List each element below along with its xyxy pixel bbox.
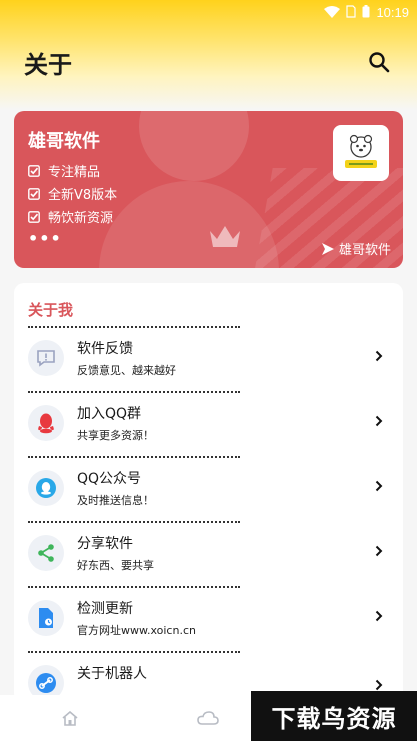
- wifi-icon: [324, 3, 341, 22]
- banner-brand: 雄哥软件: [321, 239, 391, 258]
- list-item-label: 检测更新: [77, 601, 133, 617]
- app-header: 关于: [0, 40, 417, 84]
- qq-official-icon: [28, 470, 64, 506]
- list-item-qq-group[interactable]: 加入QQ群 共享更多资源！: [14, 391, 403, 455]
- cloud-icon: [197, 711, 219, 725]
- crown-icon: [210, 226, 240, 247]
- update-icon: [28, 600, 64, 636]
- play-icon: [321, 242, 334, 255]
- banner-feature-label: 专注精品: [48, 165, 101, 180]
- list-item-label: 软件反馈: [77, 341, 133, 357]
- banner-decoration: [139, 111, 249, 181]
- chevron-right-icon: [373, 348, 385, 364]
- sim-icon: [346, 3, 357, 22]
- list-item-sub: 好东西、要共享: [77, 559, 154, 572]
- battery-icon: [362, 3, 370, 22]
- chevron-right-icon: [373, 543, 385, 559]
- feedback-icon: [28, 340, 64, 376]
- list-item-label: 关于机器人: [77, 666, 147, 682]
- chevron-right-icon: [373, 413, 385, 429]
- search-icon: [369, 52, 390, 73]
- banner-feature: 畅饮新资源: [28, 207, 113, 226]
- nav-home-button[interactable]: [58, 707, 82, 729]
- list-item-sub: 共享更多资源！: [77, 429, 154, 442]
- chevron-right-icon: [373, 608, 385, 624]
- section-title: 关于我: [28, 301, 74, 319]
- chevron-right-icon: [373, 478, 385, 494]
- banner-feature-label: 畅饮新资源: [48, 211, 114, 226]
- list-item-qq-official[interactable]: QQ公众号 及时推送信息！: [14, 456, 403, 520]
- list-item-label: QQ公众号: [77, 471, 142, 487]
- more-dots[interactable]: •••: [28, 229, 62, 248]
- banner-title: 雄哥软件: [28, 131, 100, 152]
- qq-icon: [28, 405, 64, 441]
- about-card: 关于我 软件反馈 反馈意见、越来越好 加入QQ群 共享更多资源！ QQ公众号 及…: [14, 283, 403, 703]
- share-icon: [28, 535, 64, 571]
- promo-banner[interactable]: 雄哥软件 专注精品 全新V8版本 畅饮新资源 ••• 雄哥软件: [14, 111, 403, 268]
- banner-feature: 全新V8版本: [28, 184, 117, 203]
- status-bar: 10:19: [0, 0, 417, 24]
- status-time: 10:19: [376, 4, 409, 20]
- list-item-update[interactable]: 检测更新 官方网址www.xoicn.cn: [14, 586, 403, 650]
- watermark-logo: 下载鸟资源: [251, 691, 417, 741]
- list-item-sub: 及时推送信息！: [77, 494, 154, 507]
- checkbox-icon: [28, 187, 40, 200]
- search-button[interactable]: [365, 48, 393, 76]
- list-item-sub: 官方网址www.xoicn.cn: [77, 624, 196, 637]
- brand-label: 雄哥软件: [338, 243, 391, 258]
- list-item-feedback[interactable]: 软件反馈 反馈意见、越来越好: [14, 326, 403, 390]
- app-logo: [333, 125, 389, 181]
- list-item-share[interactable]: 分享软件 好东西、要共享: [14, 521, 403, 585]
- banner-feature: 专注精品: [28, 161, 100, 180]
- checkbox-icon: [28, 164, 40, 177]
- page-title: 关于: [24, 50, 72, 79]
- banner-feature-label: 全新V8版本: [48, 188, 118, 203]
- banner-decoration: [99, 181, 279, 268]
- checkbox-icon: [28, 210, 40, 223]
- home-icon: [62, 710, 78, 726]
- list-item-sub: 反馈意见、越来越好: [77, 364, 176, 377]
- list-item-label: 分享软件: [77, 536, 133, 552]
- list-item-label: 加入QQ群: [77, 406, 142, 422]
- nav-cloud-button[interactable]: [196, 707, 220, 729]
